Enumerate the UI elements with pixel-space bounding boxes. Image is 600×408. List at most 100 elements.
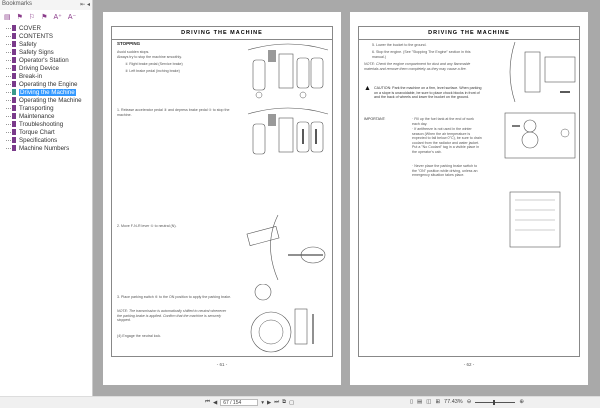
bookmark-label: Transporting <box>19 104 54 112</box>
section-title: STOPPING <box>117 41 141 46</box>
single-page-icon[interactable]: ▯ <box>410 399 413 405</box>
bookmark-item[interactable]: Break-in <box>0 72 92 80</box>
page-61: DRIVING THE MACHINE STOPPING Avoid sudde… <box>103 12 341 385</box>
font-increase-icon[interactable]: A⁺ <box>53 13 61 21</box>
bookmark-item[interactable]: Maintenance <box>0 112 92 120</box>
bookmark-item[interactable]: Torque Chart <box>0 128 92 136</box>
new-bookmark-icon[interactable]: ⚑ <box>17 13 23 21</box>
engine-compartment-figure <box>504 112 576 159</box>
document-view[interactable]: DRIVING THE MACHINE STOPPING Avoid sudde… <box>93 0 600 396</box>
bookmark-icon <box>12 129 16 135</box>
important-label: IMPORTANT: <box>364 117 386 121</box>
bookmark-icon <box>12 81 16 87</box>
radiator-figure <box>509 191 561 248</box>
bookmark-item[interactable]: Driving the Machine <box>0 88 92 96</box>
note-text: NOTE: The transmission is automatically … <box>117 309 227 323</box>
tree-line <box>6 51 11 53</box>
accelerator-figure <box>247 107 329 155</box>
step-text: 1. Release accelerator pedal ③ and depre… <box>117 108 230 117</box>
bookmark-icon <box>12 121 16 127</box>
bookmark-icon <box>12 97 16 103</box>
bookmark-label: Safety <box>19 40 37 48</box>
bookmark-icon <box>12 33 16 39</box>
bookmark-icon <box>12 89 16 95</box>
brake-pedals-figure <box>247 43 329 99</box>
tree-line <box>6 115 11 117</box>
bookmark-item[interactable]: Safety Signs <box>0 48 92 56</box>
options-icon[interactable]: ▤ <box>4 13 11 21</box>
tree-line <box>6 147 11 149</box>
bookmark-props-icon[interactable]: ⚑ <box>41 13 47 21</box>
bookmark-label: COVER <box>19 24 42 32</box>
bookmark-icon <box>12 113 16 119</box>
step-text: 5. Lower the bucket to the ground. <box>372 43 427 47</box>
zoom-out-icon[interactable]: ⊖ <box>467 399 472 405</box>
bookmarks-header: Bookmarks ⇤ ◂ <box>0 0 92 10</box>
bookmark-icon <box>12 49 16 55</box>
bookmark-label: Operating the Machine <box>19 96 82 104</box>
bookmark-icon <box>12 57 16 63</box>
bookmark-item[interactable]: Operator's Station <box>0 56 92 64</box>
tree-line <box>6 139 11 141</box>
bookmark-item[interactable]: Operating the Machine <box>0 96 92 104</box>
step-text: 3. Place parking switch ⑥ to the ON posi… <box>117 295 232 299</box>
fit-icon[interactable]: ▢ <box>289 400 294 406</box>
tree-line <box>6 83 11 85</box>
font-decrease-icon[interactable]: A⁻ <box>68 13 76 21</box>
tree-line <box>6 35 11 37</box>
important-text: · Fill up the fuel tank at the end of wo… <box>412 117 474 126</box>
status-bar: ⏮ ◀ 67 / 154 ▾ ▶ ⏭ ⧉ ▢ ▯ ▤ ◫ ⊞ 77.43% ⊖ … <box>0 396 600 408</box>
prev-page-icon[interactable]: ◀ <box>213 400 217 406</box>
bookmarks-title: Bookmarks <box>2 1 33 7</box>
bookmark-item[interactable]: Driving Device <box>0 64 92 72</box>
bookmark-item[interactable]: Operating the Engine <box>0 80 92 88</box>
bookmark-label: Specifications <box>19 136 58 144</box>
continuous-icon[interactable]: ▤ <box>417 399 422 405</box>
page-number: - 61 - <box>216 362 228 367</box>
note-text: NOTE: Check the engine compartment for d… <box>364 62 471 71</box>
tree-line <box>6 91 11 93</box>
caution-text: CAUTION: Park the machine on a firm, lev… <box>374 86 482 100</box>
item-text: ② Left brake pedal (inching brake) <box>125 69 180 73</box>
next-page-icon[interactable]: ▶ <box>267 400 271 406</box>
tree-line <box>6 75 11 77</box>
page-input[interactable]: 67 / 154 <box>220 399 259 406</box>
panel-controls-icon[interactable]: ⇤ ◂ <box>80 1 90 9</box>
page-header: DRIVING THE MACHINE <box>358 26 580 39</box>
bookmark-item[interactable]: COVER <box>0 24 92 32</box>
zoom-slider[interactable] <box>475 399 516 405</box>
bookmarks-panel: Bookmarks ⇤ ◂ ▤ ⚑ ⚐ ⚑ A⁺ A⁻ COVER CONTENTS Safet… <box>0 0 93 396</box>
warning-icon: ▲ <box>364 85 371 92</box>
last-page-icon[interactable]: ⏭ <box>274 399 279 406</box>
tree-line <box>6 59 11 61</box>
tree-line <box>6 27 11 29</box>
bookmark-item[interactable]: Safety <box>0 40 92 48</box>
tree-line <box>6 123 11 125</box>
bookmark-item[interactable]: Machine Numbers <box>0 144 92 152</box>
bookmark-icon <box>12 65 16 71</box>
bookmark-label: Torque Chart <box>19 128 55 136</box>
important-text: · Never place the parking brake switch t… <box>412 164 478 178</box>
tree-line <box>6 99 11 101</box>
page-dropdown-icon[interactable]: ▾ <box>261 400 264 406</box>
tree-line <box>6 43 11 45</box>
copy-icon[interactable]: ⧉ <box>282 399 286 406</box>
intro-text: Always try to stop the machine smoothly. <box>117 55 182 59</box>
zoom-in-icon[interactable]: ⊕ <box>519 399 524 405</box>
bookmark-label: Operator's Station <box>19 56 69 64</box>
first-page-icon[interactable]: ⏮ <box>205 399 210 406</box>
bookmark-item[interactable]: CONTENTS <box>0 32 92 40</box>
expand-bookmark-icon[interactable]: ⚐ <box>29 13 35 21</box>
bookmark-label: Operating the Engine <box>19 80 78 88</box>
cover-icon[interactable]: ⊞ <box>435 399 440 405</box>
bookmark-label: Driving the Machine <box>19 88 76 96</box>
facing-icon[interactable]: ◫ <box>426 399 431 405</box>
tree-line <box>6 131 11 133</box>
bookmark-label: Driving Device <box>19 64 59 72</box>
bookmark-item[interactable]: Specifications <box>0 136 92 144</box>
bookmark-icon <box>12 105 16 111</box>
bookmark-item[interactable]: Transporting <box>0 104 92 112</box>
bookmark-label: Maintenance <box>19 112 55 120</box>
bookmark-item[interactable]: Troubleshooting <box>0 120 92 128</box>
bookmark-label: Safety Signs <box>19 48 54 56</box>
